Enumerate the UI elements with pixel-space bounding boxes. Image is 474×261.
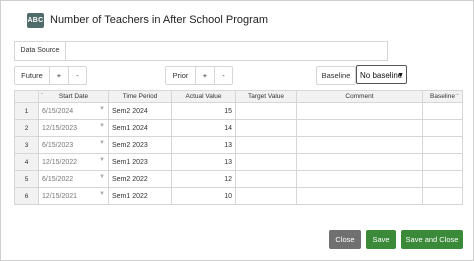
row-number: 2: [14, 119, 39, 137]
save-button[interactable]: Save: [366, 230, 396, 249]
time-period-cell[interactable]: Sem2 2022: [108, 170, 172, 188]
comment-cell[interactable]: [296, 153, 423, 171]
start-date-cell[interactable]: 12/15/2023 ▼: [38, 119, 109, 137]
start-date-cell[interactable]: 12/15/2022 ▼: [38, 153, 109, 171]
header-comment[interactable]: Comment: [296, 90, 423, 103]
chevron-down-icon[interactable]: ▼: [99, 157, 105, 163]
baseline-select[interactable]: No baseline ▼: [356, 65, 407, 84]
row-number: 1: [14, 102, 39, 120]
start-date-cell[interactable]: 6/15/2024 ▼: [38, 102, 109, 120]
future-remove-button[interactable]: -: [69, 67, 86, 84]
actual-value-cell[interactable]: 13: [171, 153, 236, 171]
future-add-button[interactable]: +: [50, 67, 69, 84]
row-number: 4: [14, 153, 39, 171]
target-value-cell[interactable]: [235, 153, 297, 171]
chevron-down-icon[interactable]: ▼: [99, 140, 105, 146]
more-columns-icon[interactable]: →: [454, 91, 460, 97]
header-time-period[interactable]: Time Period: [108, 90, 172, 103]
table-row: 5 6/15/2022 ▼ Sem2 2022 12: [14, 170, 463, 188]
header-start-date[interactable]: - Start Date: [38, 90, 109, 103]
time-period-cell[interactable]: Sem2 2024: [108, 102, 172, 120]
actual-value-cell[interactable]: 15: [171, 102, 236, 120]
time-period-cell[interactable]: Sem1 2022: [108, 187, 172, 205]
chevron-down-icon[interactable]: ▼: [99, 123, 105, 129]
time-period-cell[interactable]: Sem1 2023: [108, 153, 172, 171]
row-number: 3: [14, 136, 39, 154]
header-baseline[interactable]: Baseline →: [422, 90, 463, 103]
header-target-value[interactable]: Target Value: [235, 90, 297, 103]
start-date-cell[interactable]: 6/15/2023 ▼: [38, 136, 109, 154]
save-and-close-button[interactable]: Save and Close: [401, 230, 463, 249]
future-label: Future: [15, 67, 50, 84]
header-rownum: [14, 90, 39, 103]
comment-cell[interactable]: [296, 187, 423, 205]
actual-value-cell[interactable]: 10: [171, 187, 236, 205]
table-header-row: - Start Date Time Period Actual Value Ta…: [14, 90, 463, 103]
target-value-cell[interactable]: [235, 119, 297, 137]
actual-value-cell[interactable]: 13: [171, 136, 236, 154]
time-period-cell[interactable]: Sem2 2023: [108, 136, 172, 154]
actual-value-cell[interactable]: 12: [171, 170, 236, 188]
prior-add-button[interactable]: +: [196, 67, 215, 84]
baseline-cell[interactable]: [422, 136, 463, 154]
target-value-cell[interactable]: [235, 170, 297, 188]
comment-cell[interactable]: [296, 136, 423, 154]
dialog-title: Number of Teachers in After School Progr…: [50, 14, 269, 26]
prior-remove-button[interactable]: -: [215, 67, 232, 84]
future-button-group: Future + -: [14, 66, 87, 85]
dialog: ABC Number of Teachers in After School P…: [0, 0, 474, 261]
table-row: 3 6/15/2023 ▼ Sem2 2023 13: [14, 136, 463, 154]
table-row: 2 12/15/2023 ▼ Sem1 2024 14: [14, 119, 463, 137]
dialog-titlebar: ABC Number of Teachers in After School P…: [27, 11, 268, 29]
row-number: 5: [14, 170, 39, 188]
baseline-select-value: No baseline: [360, 71, 403, 80]
table-row: 4 12/15/2022 ▼ Sem1 2023 13: [14, 153, 463, 171]
comment-cell[interactable]: [296, 102, 423, 120]
baseline-cell[interactable]: [422, 102, 463, 120]
baseline-cell[interactable]: [422, 153, 463, 171]
target-value-cell[interactable]: [235, 187, 297, 205]
baseline-cell[interactable]: [422, 119, 463, 137]
table-row: 1 6/15/2024 ▼ Sem2 2024 15: [14, 102, 463, 120]
time-period-cell[interactable]: Sem1 2024: [108, 119, 172, 137]
prior-label: Prior: [166, 67, 196, 84]
values-table: - Start Date Time Period Actual Value Ta…: [14, 90, 463, 205]
chevron-down-icon[interactable]: ▼: [99, 191, 105, 197]
table-row: 6 12/15/2021 ▼ Sem1 2022 10: [14, 187, 463, 205]
chevron-down-icon: ▼: [397, 72, 404, 79]
collapse-icon[interactable]: -: [41, 91, 43, 97]
target-value-cell[interactable]: [235, 136, 297, 154]
abc-icon: ABC: [27, 12, 44, 28]
data-source-field[interactable]: Data Source: [14, 41, 388, 61]
header-actual-value[interactable]: Actual Value: [171, 90, 236, 103]
prior-button-group: Prior + -: [165, 66, 233, 85]
actual-value-cell[interactable]: 14: [171, 119, 236, 137]
comment-cell[interactable]: [296, 170, 423, 188]
baseline-cell[interactable]: [422, 187, 463, 205]
target-value-cell[interactable]: [235, 102, 297, 120]
row-number: 6: [14, 187, 39, 205]
close-button[interactable]: Close: [329, 230, 361, 249]
baseline-cell[interactable]: [422, 170, 463, 188]
chevron-down-icon[interactable]: ▼: [99, 174, 105, 180]
data-source-label: Data Source: [15, 42, 66, 60]
start-date-cell[interactable]: 12/15/2021 ▼: [38, 187, 109, 205]
chevron-down-icon[interactable]: ▼: [99, 106, 105, 112]
comment-cell[interactable]: [296, 119, 423, 137]
start-date-cell[interactable]: 6/15/2022 ▼: [38, 170, 109, 188]
baseline-label: Baseline: [316, 66, 356, 85]
